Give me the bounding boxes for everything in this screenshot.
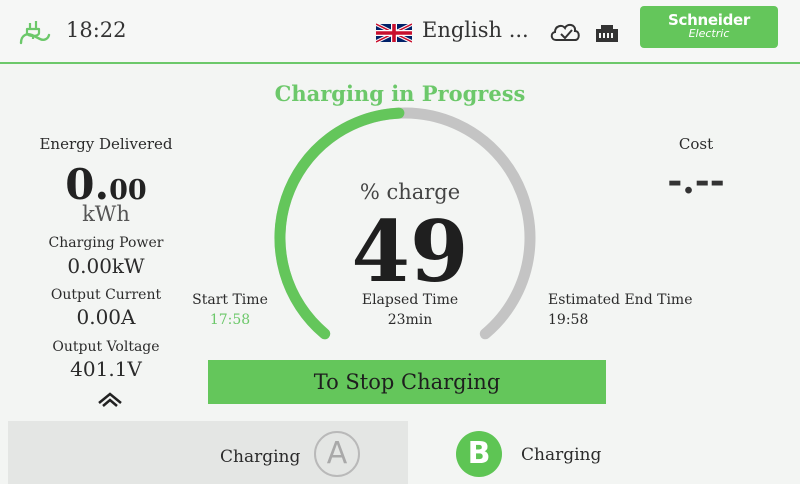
start-time-label: Start Time — [192, 292, 268, 308]
connector-a-status: Charging — [220, 447, 301, 467]
output-current-label: Output Current — [50, 287, 162, 303]
brand-sub: Electric — [688, 27, 730, 40]
cost-value: -.-- — [667, 160, 725, 202]
estimated-end-time-value: 19:58 — [548, 312, 589, 328]
cost-label: Cost — [678, 135, 714, 153]
estimated-end-time-label: Estimated End Time — [548, 292, 693, 308]
status-title: Charging in Progress — [274, 81, 526, 106]
elapsed-time-value: 23min — [387, 312, 433, 328]
connector-a-badge: A — [314, 431, 360, 477]
stop-charging-button[interactable]: To Stop Charging — [208, 360, 606, 404]
ethernet-icon — [596, 25, 618, 42]
chevron-up-icon[interactable] — [96, 390, 124, 408]
elapsed-time-label: Elapsed Time — [361, 292, 459, 308]
connector-b-badge: B — [456, 431, 502, 477]
ev-plug-icon — [19, 21, 51, 45]
brand-logo: Schneider Electric — [640, 6, 778, 48]
connector-b-status: Charging — [521, 445, 602, 465]
output-voltage-label: Output Voltage — [52, 339, 160, 355]
output-current-value: 0.00A — [76, 305, 136, 329]
language-selector[interactable]: English ... — [422, 18, 529, 42]
clock: 18:22 — [66, 18, 127, 42]
charging-power-value: 0.00kW — [67, 254, 145, 278]
uk-flag-icon[interactable] — [376, 22, 412, 44]
start-time-value: 17:58 — [209, 312, 251, 328]
energy-unit: kWh — [82, 202, 130, 226]
cloud-icon — [550, 23, 580, 41]
energy-delivered-label: Energy Delivered — [39, 135, 173, 153]
charge-label: % charge — [359, 180, 461, 204]
charging-power-label: Charging Power — [48, 235, 164, 251]
output-voltage-value: 401.1V — [70, 357, 142, 381]
charge-percent-value: 49 — [351, 202, 469, 301]
